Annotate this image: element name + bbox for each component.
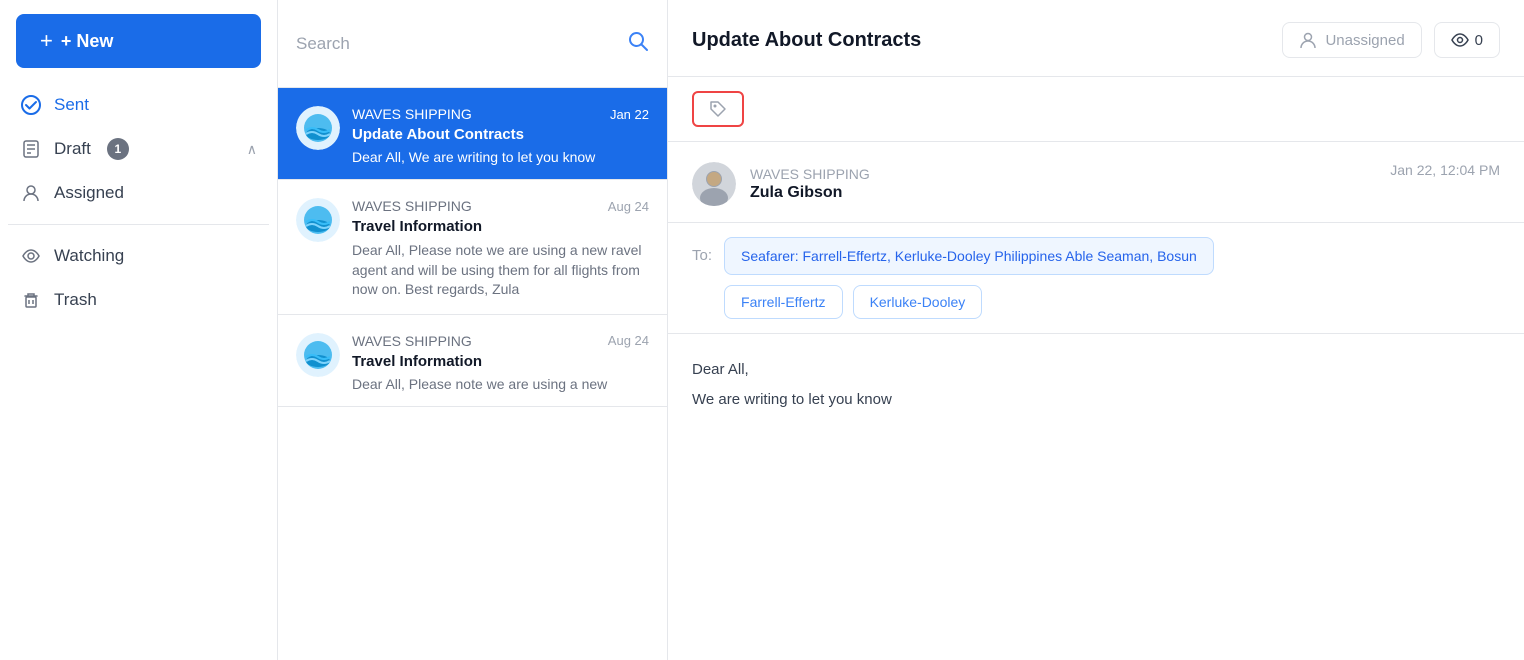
sidebar-item-trash[interactable]: Trash xyxy=(8,279,269,321)
sidebar-item-watching[interactable]: Watching xyxy=(8,235,269,277)
message-company: WAVES SHIPPING xyxy=(750,166,870,182)
new-button-label: + New xyxy=(61,31,114,52)
message-sender-info: WAVES SHIPPING Zula Gibson xyxy=(692,162,870,206)
email-list-panel: WAVES SHIPPING Jan 22 Update About Contr… xyxy=(278,0,668,660)
avatar-waves-shipping-2 xyxy=(296,198,340,242)
sidebar-item-draft-label: Draft xyxy=(54,139,91,159)
avatar-waves-shipping-1 xyxy=(296,106,340,150)
sidebar: + + New Sent Draft 1 xyxy=(0,0,278,660)
assigned-icon xyxy=(20,182,42,204)
message-sender-name-group: WAVES SHIPPING Zula Gibson xyxy=(750,166,870,202)
assign-button[interactable]: Unassigned xyxy=(1282,22,1421,58)
plus-icon: + xyxy=(40,28,53,54)
draft-badge: 1 xyxy=(107,138,129,160)
email-preview-1: Dear All, We are writing to let you know xyxy=(352,149,649,165)
email-preview-3: Dear All, Please note we are using a new xyxy=(352,376,649,392)
message-avatar xyxy=(692,162,736,206)
email-content-3: WAVES SHIPPING Aug 24 Travel Information… xyxy=(352,333,649,392)
email-date-1: Jan 22 xyxy=(610,107,649,122)
email-subject-3: Travel Information xyxy=(352,353,649,370)
draft-icon xyxy=(20,138,42,160)
body-line-1: Dear All, xyxy=(692,358,1500,382)
sidebar-divider xyxy=(8,224,269,225)
email-meta-2: WAVES SHIPPING Aug 24 xyxy=(352,198,649,214)
email-date-2: Aug 24 xyxy=(608,199,649,214)
message-name: Zula Gibson xyxy=(750,184,870,202)
user-icon xyxy=(1299,31,1317,49)
views-button[interactable]: 0 xyxy=(1434,22,1500,58)
detail-title: Update About Contracts xyxy=(692,29,921,52)
email-content-1: WAVES SHIPPING Jan 22 Update About Contr… xyxy=(352,106,649,165)
views-label: 0 xyxy=(1475,32,1483,49)
tag-button[interactable] xyxy=(692,91,744,127)
sidebar-item-watching-label: Watching xyxy=(54,246,124,266)
email-item-3[interactable]: WAVES SHIPPING Aug 24 Travel Information… xyxy=(278,315,667,407)
sidebar-item-draft[interactable]: Draft 1 ∧ xyxy=(8,128,269,170)
sidebar-item-trash-label: Trash xyxy=(54,290,97,310)
detail-actions: Unassigned 0 xyxy=(1282,22,1500,58)
email-list-items: WAVES SHIPPING Jan 22 Update About Contr… xyxy=(278,88,667,660)
avatar-waves-shipping-3 xyxy=(296,333,340,377)
trash-icon xyxy=(20,289,42,311)
recipient-tags: Farrell-Effertz Kerluke-Dooley xyxy=(724,285,1214,319)
sidebar-item-assigned[interactable]: Assigned xyxy=(8,172,269,214)
email-preview-2: Dear All, Please note we are using a new… xyxy=(352,241,649,300)
email-item-2[interactable]: WAVES SHIPPING Aug 24 Travel Information… xyxy=(278,180,667,315)
email-date-3: Aug 24 xyxy=(608,333,649,348)
email-subject-1: Update About Contracts xyxy=(352,126,649,143)
tag-icon xyxy=(708,99,728,119)
to-section: To: Seafarer: Farrell-Effertz, Kerluke-D… xyxy=(668,223,1524,334)
recipient-main[interactable]: Seafarer: Farrell-Effertz, Kerluke-Doole… xyxy=(724,237,1214,275)
search-input[interactable] xyxy=(296,34,617,54)
message-date: Jan 22, 12:04 PM xyxy=(1390,162,1500,178)
watching-icon xyxy=(20,245,42,267)
sidebar-item-assigned-label: Assigned xyxy=(54,183,124,203)
email-subject-2: Travel Information xyxy=(352,218,649,235)
sidebar-item-sent-label: Sent xyxy=(54,95,89,115)
new-button[interactable]: + + New xyxy=(16,14,261,68)
search-icon xyxy=(627,30,649,58)
email-message-header: WAVES SHIPPING Zula Gibson Jan 22, 12:04… xyxy=(668,142,1524,223)
to-recipients: Seafarer: Farrell-Effertz, Kerluke-Doole… xyxy=(724,237,1214,319)
email-sender-2: WAVES SHIPPING xyxy=(352,198,472,214)
email-content-2: WAVES SHIPPING Aug 24 Travel Information… xyxy=(352,198,649,300)
recipient-tag-kerluke[interactable]: Kerluke-Dooley xyxy=(853,285,983,319)
body-line-2: We are writing to let you know xyxy=(692,388,1500,412)
email-body-text: Dear All, We are writing to let you know xyxy=(668,334,1524,442)
email-sender-3: WAVES SHIPPING xyxy=(352,333,472,349)
assign-label: Unassigned xyxy=(1325,32,1404,49)
sent-icon xyxy=(20,94,42,116)
email-detail-body: WAVES SHIPPING Zula Gibson Jan 22, 12:04… xyxy=(668,142,1524,442)
email-meta-3: WAVES SHIPPING Aug 24 xyxy=(352,333,649,349)
sidebar-item-sent[interactable]: Sent xyxy=(8,84,269,126)
detail-header: Update About Contracts Unassigned 0 xyxy=(668,0,1524,77)
recipient-tag-farrell[interactable]: Farrell-Effertz xyxy=(724,285,843,319)
search-bar xyxy=(278,0,667,88)
email-detail-panel: Update About Contracts Unassigned 0 xyxy=(668,0,1524,660)
to-label: To: xyxy=(692,247,712,264)
detail-tag-bar xyxy=(668,77,1524,142)
draft-chevron-icon: ∧ xyxy=(247,141,257,158)
eye-icon xyxy=(1451,31,1469,49)
email-meta-1: WAVES SHIPPING Jan 22 xyxy=(352,106,649,122)
sidebar-nav: Sent Draft 1 ∧ Assigned xyxy=(0,84,277,321)
email-item-1[interactable]: WAVES SHIPPING Jan 22 Update About Contr… xyxy=(278,88,667,180)
email-sender-1: WAVES SHIPPING xyxy=(352,106,472,122)
